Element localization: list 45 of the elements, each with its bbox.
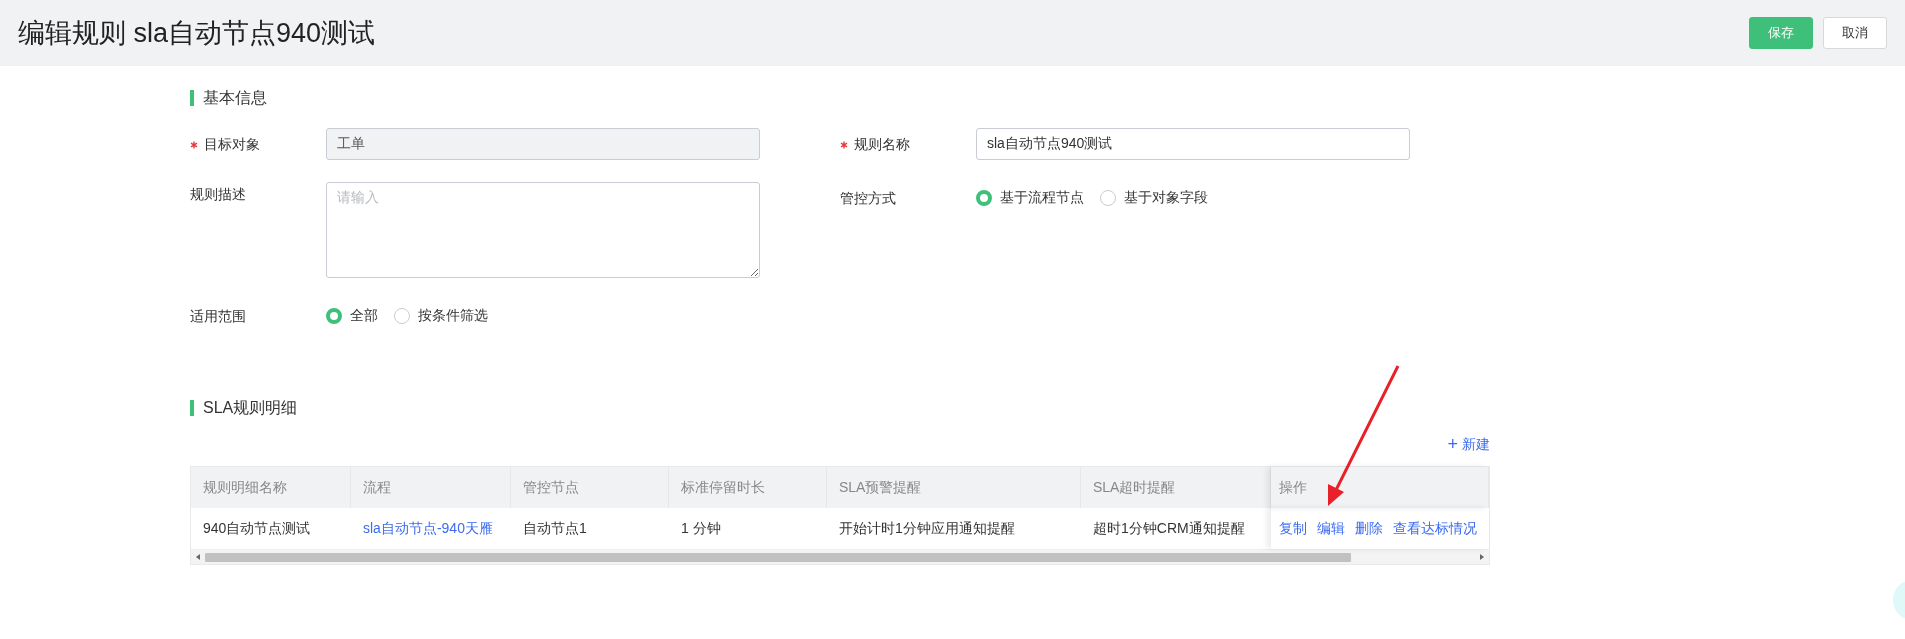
column-header: 管控节点 bbox=[511, 467, 669, 508]
page-title: 编辑规则 sla自动节点940测试 bbox=[18, 17, 376, 50]
field-label: 规则名称 bbox=[840, 128, 976, 160]
table-cell-text: 1 分钟 bbox=[680, 518, 722, 538]
column-header: 规则明细名称 bbox=[191, 467, 351, 508]
process-link[interactable]: sla自动节点-940天雁 bbox=[363, 519, 493, 538]
radio-icon[interactable] bbox=[1100, 190, 1116, 206]
column-header: 流程 bbox=[351, 467, 511, 508]
column-header: SLA超时提醒 bbox=[1081, 467, 1271, 508]
radio-label: 按条件筛选 bbox=[418, 307, 488, 325]
radio-option[interactable]: 基于流程节点 bbox=[976, 189, 1084, 207]
field-label: 规则描述 bbox=[190, 185, 247, 204]
action-link[interactable]: 查看达标情况 bbox=[1393, 519, 1477, 538]
radio-icon[interactable] bbox=[326, 308, 342, 324]
section-title: SLA规则明细 bbox=[190, 400, 298, 416]
action-link[interactable]: 编辑 bbox=[1317, 519, 1345, 538]
new-button[interactable]: + 新建 bbox=[1447, 436, 1490, 454]
action-link[interactable]: 复制 bbox=[1279, 519, 1307, 538]
column-header: 标准停留时长 bbox=[669, 467, 827, 508]
table-cell-text: 自动节点1 bbox=[522, 518, 588, 538]
required-icon bbox=[190, 141, 198, 149]
right-triangle-icon[interactable] bbox=[1479, 553, 1485, 560]
column-header: SLA预警提醒 bbox=[827, 467, 1081, 508]
field-label: 适用范围 bbox=[190, 307, 247, 326]
radio-label: 基于流程节点 bbox=[1000, 189, 1084, 207]
textarea-field[interactable]: 请输入 bbox=[326, 182, 760, 278]
radio-option[interactable]: 基于对象字段 bbox=[1100, 189, 1208, 207]
table-cell-text: 940自动节点测试 bbox=[202, 518, 312, 538]
radio-icon[interactable] bbox=[976, 190, 992, 206]
radio-label: 基于对象字段 bbox=[1124, 189, 1208, 207]
field-label: 目标对象 bbox=[190, 128, 326, 160]
radio-label: 全部 bbox=[350, 307, 378, 325]
cancel-button[interactable]: 取消 bbox=[1823, 17, 1887, 49]
radio-icon[interactable] bbox=[394, 308, 410, 324]
horizontal-scrollbar[interactable] bbox=[191, 549, 1489, 564]
radio-option[interactable]: 全部 bbox=[326, 307, 378, 325]
required-icon bbox=[840, 141, 848, 149]
radio-option[interactable]: 按条件筛选 bbox=[394, 307, 488, 325]
input-field[interactable]: sla自动节点940测试 bbox=[976, 128, 1410, 160]
action-link[interactable]: 删除 bbox=[1355, 519, 1383, 538]
left-triangle-icon[interactable] bbox=[195, 553, 201, 560]
table-cell-text: 开始计时1分钟应用通知提醒 bbox=[838, 518, 1016, 538]
section-title: 基本信息 bbox=[190, 90, 267, 106]
field-label: 管控方式 bbox=[840, 189, 897, 208]
table-cell-text: 超时1分钟CRM通知提醒 bbox=[1092, 518, 1246, 538]
